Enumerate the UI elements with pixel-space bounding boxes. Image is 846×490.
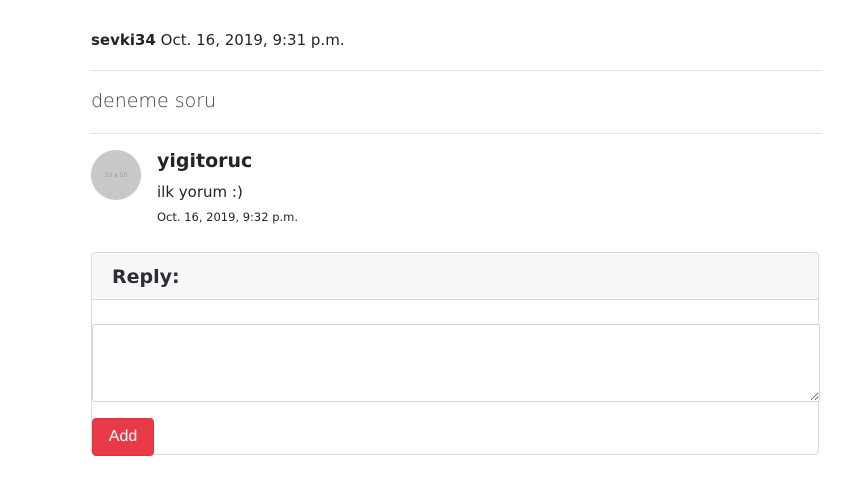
comment-avatar: 50 x 50 bbox=[91, 150, 141, 200]
avatar-placeholder-text: 50 x 50 bbox=[104, 171, 128, 179]
post-body: deneme soru bbox=[91, 90, 217, 112]
comment-date: Oct. 16, 2019, 9:32 p.m. bbox=[157, 210, 299, 224]
reply-textarea[interactable] bbox=[92, 324, 820, 402]
reply-card-header: Reply: bbox=[92, 253, 818, 300]
post-date: Oct. 16, 2019, 9:31 p.m. bbox=[160, 31, 345, 49]
divider-bottom bbox=[90, 133, 822, 134]
comment-text: ilk yorum :) bbox=[157, 183, 243, 201]
divider-top bbox=[90, 70, 822, 71]
reply-card: Reply: Add bbox=[91, 252, 820, 456]
post-author: sevki34 bbox=[91, 31, 156, 49]
add-button[interactable]: Add bbox=[92, 418, 154, 456]
comment-author: yigitoruc bbox=[157, 150, 253, 172]
reply-title: Reply: bbox=[112, 266, 180, 288]
post-meta: sevki34 Oct. 16, 2019, 9:31 p.m. bbox=[91, 30, 345, 50]
